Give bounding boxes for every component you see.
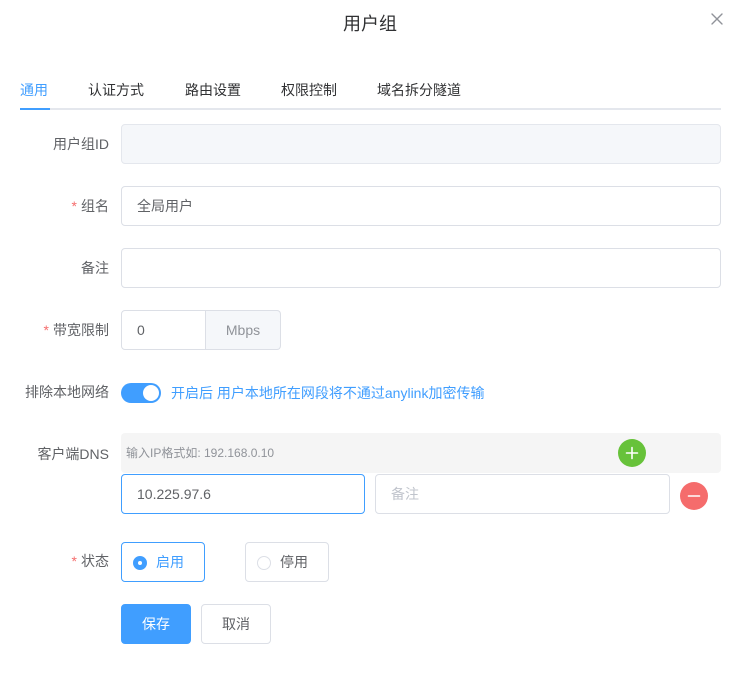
radio-indicator (133, 556, 147, 570)
status-label: * 状态 (71, 553, 109, 569)
required-mark: * (71, 198, 77, 214)
tab-auth-method[interactable]: 认证方式 (88, 80, 144, 100)
bandwidth-label: * 带宽限制 (43, 322, 109, 338)
radio-label: 启用 (156, 554, 184, 570)
group-name-input[interactable] (121, 186, 721, 226)
remove-dns-button[interactable] (680, 482, 708, 510)
switch-knob (143, 385, 159, 401)
tab-permission-control[interactable]: 权限控制 (281, 80, 337, 100)
group-name-label: * 组名 (71, 198, 109, 214)
add-dns-button[interactable] (618, 439, 646, 467)
dns-remark-input[interactable] (375, 474, 670, 514)
client-dns-header: 输入IP格式如: 192.168.0.10 (121, 433, 721, 473)
save-button[interactable]: 保存 (121, 604, 191, 644)
group-id-input[interactable] (121, 124, 721, 164)
exclude-local-label: 排除本地网络 (25, 384, 109, 400)
exclude-local-description: 开启后 用户本地所在网段将不通过anylink加密传输 (171, 385, 485, 401)
tab-general[interactable]: 通用 (20, 80, 48, 100)
required-mark: * (43, 322, 49, 338)
group-id-label: 用户组ID (53, 136, 109, 152)
radio-indicator (257, 556, 271, 570)
tab-active-indicator (20, 108, 50, 110)
bandwidth-unit: Mbps (206, 310, 281, 350)
exclude-local-switch[interactable] (121, 383, 161, 403)
dialog-title: 用户组 (343, 14, 397, 34)
required-mark: * (71, 553, 77, 569)
tab-route-settings[interactable]: 路由设置 (185, 80, 241, 100)
status-enabled-radio[interactable]: 启用 (121, 542, 205, 582)
radio-label: 停用 (280, 554, 308, 570)
client-dns-hint: 输入IP格式如: 192.168.0.10 (126, 446, 275, 460)
cancel-button[interactable]: 取消 (201, 604, 271, 644)
tab-domain-split-tunnel[interactable]: 域名拆分隧道 (377, 80, 461, 100)
plus-icon (625, 446, 639, 460)
tab-bar: 通用 认证方式 路由设置 权限控制 域名拆分隧道 (20, 80, 721, 110)
dns-ip-input[interactable] (121, 474, 365, 514)
remark-label: 备注 (81, 260, 109, 276)
bandwidth-input[interactable] (121, 310, 206, 350)
client-dns-label: 客户端DNS (37, 446, 109, 462)
minus-icon (687, 495, 701, 497)
close-button[interactable] (708, 10, 726, 28)
close-icon (711, 13, 723, 25)
remark-input[interactable] (121, 248, 721, 288)
status-disabled-radio[interactable]: 停用 (245, 542, 329, 582)
